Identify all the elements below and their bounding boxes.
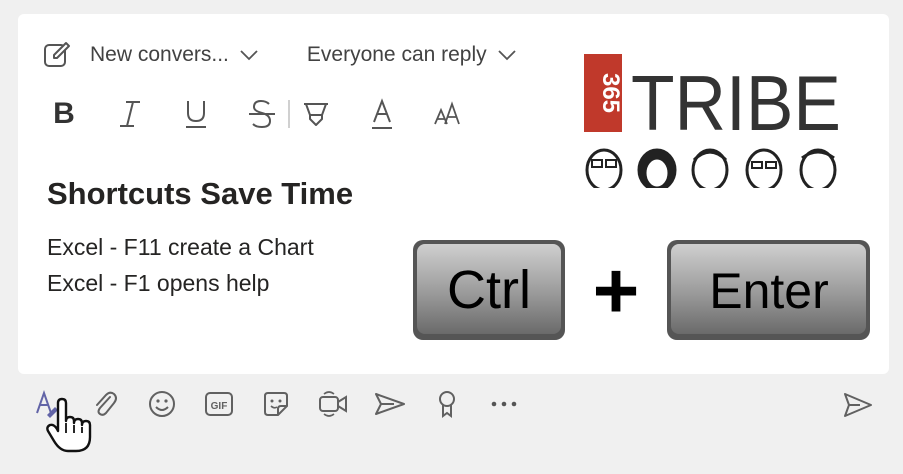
emoji-icon (149, 391, 175, 417)
praise-button[interactable] (429, 386, 465, 422)
meet-now-icon (319, 391, 347, 417)
chevron-down-icon (240, 50, 258, 61)
logo-tribe-word: TRIBE (631, 59, 841, 147)
bold-icon: B (53, 97, 75, 130)
underline-button[interactable] (176, 94, 216, 134)
logo-faces (585, 148, 837, 188)
strikethrough-button[interactable] (242, 94, 282, 134)
more-options-button[interactable] (486, 386, 522, 422)
conversation-type-label: New convers... (90, 43, 229, 66)
emoji-button[interactable] (144, 386, 180, 422)
italic-icon (120, 101, 140, 127)
reply-setting-dropdown[interactable]: Everyone can reply (307, 43, 517, 67)
message-line-1[interactable]: Excel - F11 create a Chart (47, 234, 314, 261)
bottom-toolbar: GIF (30, 384, 543, 424)
font-color-icon (372, 98, 392, 129)
compose-box: New convers... Everyone can reply B Shor… (18, 14, 889, 374)
gif-button[interactable]: GIF (201, 386, 237, 422)
new-post-icon[interactable] (42, 40, 72, 70)
meet-now-button[interactable] (315, 386, 351, 422)
reply-setting-label: Everyone can reply (306, 43, 487, 66)
plus-sign: + (593, 246, 640, 335)
svg-text:GIF: GIF (211, 401, 228, 412)
ctrl-key: Ctrl (413, 240, 565, 340)
gif-icon: GIF (205, 392, 233, 416)
chevron-down-icon (498, 50, 516, 61)
shortcut-keys-graphic: Ctrl + Enter (413, 240, 870, 340)
italic-button[interactable] (110, 94, 150, 134)
hand-cursor-icon (46, 397, 92, 453)
message-title[interactable]: Shortcuts Save Time (47, 176, 353, 212)
font-size-button[interactable] (428, 94, 468, 134)
strikethrough-icon (249, 99, 275, 129)
more-icon (491, 401, 517, 407)
stream-button[interactable] (372, 386, 408, 422)
bold-button[interactable]: B (44, 94, 84, 134)
365tribe-logo: 365 TRIBE (584, 54, 841, 188)
font-size-icon (434, 101, 460, 125)
stream-icon (375, 393, 405, 415)
send-button[interactable] (838, 385, 878, 425)
compose-header: New convers... Everyone can reply (42, 40, 565, 70)
conversation-type-dropdown[interactable]: New convers... (90, 43, 259, 67)
logo-365-digits: 365 (584, 54, 624, 132)
sticker-button[interactable] (258, 386, 294, 422)
highlighter-icon (304, 103, 328, 126)
toolbar-separator (288, 100, 290, 128)
svg-text:Enter: Enter (709, 263, 829, 319)
svg-text:Ctrl: Ctrl (447, 260, 531, 320)
underline-icon (186, 101, 206, 128)
enter-key: Enter (667, 240, 870, 340)
message-line-2[interactable]: Excel - F1 opens help (47, 270, 269, 297)
praise-icon (439, 391, 455, 418)
highlight-button[interactable] (296, 94, 336, 134)
svg-text:365: 365 (597, 73, 624, 113)
sticker-icon (264, 392, 288, 416)
send-icon (844, 393, 872, 417)
font-color-button[interactable] (362, 94, 402, 134)
format-toolbar: B (44, 94, 494, 134)
